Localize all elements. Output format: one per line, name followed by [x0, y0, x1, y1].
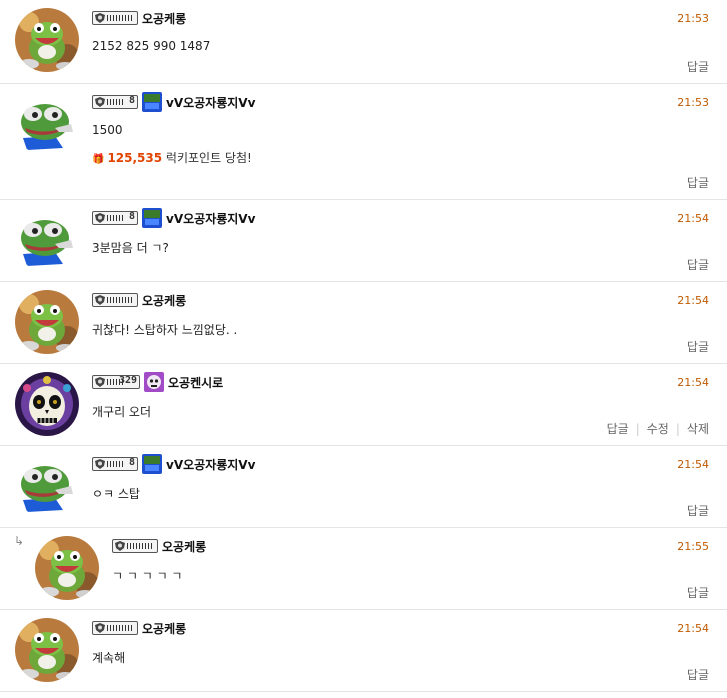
avatar[interactable]: [35, 536, 99, 600]
nickname-row: 329 오공켄시로: [92, 372, 223, 392]
nickname[interactable]: vV오공자룡지Vv: [166, 210, 255, 227]
reply-arrow-icon: ↳: [14, 534, 25, 548]
comment-item: 8 vV오공자룡지Vv 21:53 1500 🎁 125,535 럭키포인트 당첨! 답글: [0, 84, 727, 200]
clan-badge-icon: [142, 208, 162, 228]
comment-item: 8 vV오공자룡지Vv 21:54 ㅇㅋ 스탑답글: [0, 446, 727, 528]
comment-text: 계속해: [92, 651, 126, 665]
avatar[interactable]: [15, 8, 79, 72]
avatar[interactable]: [15, 290, 79, 354]
lucky-point-notice: 🎁 125,535 럭키포인트 당첨!: [92, 149, 252, 166]
level-shield-icon: 329: [92, 375, 140, 389]
edit-button[interactable]: 수정: [647, 422, 669, 436]
reply-button[interactable]: 답글: [607, 422, 629, 436]
lucky-suffix: 럭키포인트 당첨!: [162, 151, 252, 165]
comment-text: 3분맘음 더 ㄱ?: [92, 241, 169, 255]
nickname-row: 오공케롱: [92, 10, 186, 26]
comment-actions: 답글: [687, 502, 709, 519]
nickname[interactable]: 오공케롱: [142, 10, 186, 27]
comment-time: 21:55: [677, 540, 709, 553]
level-shield-icon: 8: [92, 211, 138, 225]
nickname[interactable]: vV오공자룡지Vv: [166, 456, 255, 473]
comment-text: 귀찮다! 스탑하자 느낌없당. .: [92, 323, 238, 337]
comment-item: 329 오공켄시로 21:54 개구리 오더답글 | 수정 | 삭제: [0, 364, 727, 446]
comment-item: ↳ 오공케롱 21:55 ㄱ ㄱ ㄱ ㄱ ㄱ 답글: [0, 528, 727, 610]
reply-button[interactable]: 답글: [687, 176, 709, 190]
level-shield-icon: [112, 539, 158, 553]
action-separator: |: [675, 422, 680, 436]
reply-button[interactable]: 답글: [687, 340, 709, 354]
comment-time: 21:53: [677, 96, 709, 109]
comment-item: 오공케롱 21:53 2152 825 990 1487 답글: [0, 0, 727, 84]
comment-actions: 답글: [687, 174, 709, 191]
level-shield-icon: [92, 621, 138, 635]
reply-button[interactable]: 답글: [687, 668, 709, 682]
action-separator: |: [635, 422, 640, 436]
reply-button[interactable]: 답글: [687, 586, 709, 600]
comment-actions: 답글: [687, 338, 709, 355]
level-shield-icon: 8: [92, 457, 138, 471]
comment-time: 21:53: [677, 12, 709, 25]
gift-icon: 🎁: [92, 154, 105, 165]
delete-button[interactable]: 삭제: [687, 422, 709, 436]
nickname-row: 8 vV오공자룡지Vv: [92, 454, 255, 474]
comment-actions: 답글: [687, 666, 709, 683]
level-shield-icon: [92, 11, 138, 25]
nickname-row: 오공케롱: [112, 538, 206, 554]
level-number: 329: [118, 375, 137, 386]
reply-button[interactable]: 답글: [687, 60, 709, 74]
comment-actions: 답글 | 수정 | 삭제: [607, 420, 709, 437]
clan-badge-icon: [142, 454, 162, 474]
avatar[interactable]: [15, 208, 79, 272]
nickname-row: 8 vV오공자룡지Vv: [92, 92, 255, 112]
comment-actions: 답글: [687, 584, 709, 601]
comment-text: ㅇㅋ 스탑: [92, 487, 140, 501]
level-shield-icon: [92, 293, 138, 307]
nickname-row: 8 vV오공자룡지Vv: [92, 208, 255, 228]
comment-time: 21:54: [677, 622, 709, 635]
comment-time: 21:54: [677, 458, 709, 471]
reply-button[interactable]: 답글: [687, 258, 709, 272]
level-number: 8: [128, 211, 135, 222]
comment-actions: 답글: [687, 58, 709, 75]
comment-time: 21:54: [677, 294, 709, 307]
comment-text: 2152 825 990 1487: [92, 39, 211, 53]
comment-time: 21:54: [677, 212, 709, 225]
nickname[interactable]: vV오공자룡지Vv: [166, 94, 255, 111]
comment-item: 오공케롱 21:54 귀찮다! 스탑하자 느낌없당. . 답글: [0, 282, 727, 364]
skull-badge-icon: [144, 372, 164, 392]
level-number: 8: [128, 457, 135, 468]
reply-button[interactable]: 답글: [687, 504, 709, 518]
lucky-points: 125,535: [107, 151, 163, 165]
comment-item: 오공케롱 21:54 계속해답글: [0, 610, 727, 692]
comment-time: 21:54: [677, 376, 709, 389]
comment-text: ㄱ ㄱ ㄱ ㄱ ㄱ: [112, 569, 183, 583]
avatar[interactable]: [15, 454, 79, 518]
comment-list: 오공케롱 21:53 2152 825 990 1487 답글 8 vV오공자룡지Vv 21…: [0, 0, 727, 698]
avatar[interactable]: [15, 372, 79, 436]
nickname[interactable]: 오공켄시로: [168, 374, 223, 391]
comment-actions: 답글: [687, 256, 709, 273]
avatar[interactable]: [15, 618, 79, 682]
nickname-row: 오공케롱: [92, 620, 186, 636]
comment-text: 개구리 오더: [92, 405, 152, 419]
nickname[interactable]: 오공케롱: [142, 620, 186, 637]
level-shield-icon: 8: [92, 95, 138, 109]
comment-text: 1500: [92, 123, 123, 137]
level-number: 8: [128, 95, 135, 106]
nickname[interactable]: 오공케롱: [162, 538, 206, 555]
comment-item: 8 vV오공자룡지Vv 21:54 3분맘음 더 ㄱ? 답글: [0, 200, 727, 282]
avatar[interactable]: [15, 92, 79, 156]
clan-badge-icon: [142, 92, 162, 112]
nickname-row: 오공케롱: [92, 292, 186, 308]
nickname[interactable]: 오공케롱: [142, 292, 186, 309]
